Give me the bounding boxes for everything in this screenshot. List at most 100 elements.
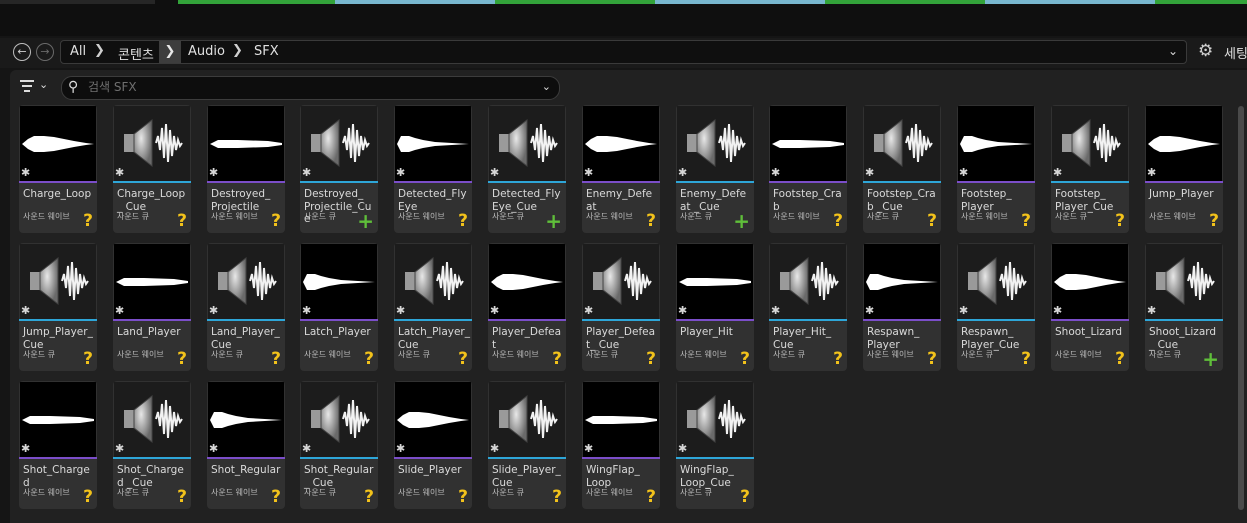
waveform-thumbnail [958,106,1034,181]
chevron-down-icon[interactable]: ⌄ [542,80,551,93]
settings-button[interactable]: 세팅 [1224,43,1247,62]
asset-type-label: 사운드 웨이브 [773,212,820,221]
forward-arrow-icon[interactable]: → [36,43,54,61]
breadcrumb-item-content[interactable]: 콘텐츠 [118,44,154,63]
breadcrumb-item-audio[interactable]: Audio [188,44,225,59]
asset-type-color-bar [863,319,941,321]
sound-wave-tile[interactable]: ✱ Slide_Player 사운드 웨이브? [394,381,472,509]
asset-name: Shoot_Lizard [1055,326,1123,338]
sound-cue-tile[interactable]: ✱ Land_Player_ Cue 사운드 큐? [207,243,285,371]
sound-wave-tile[interactable]: ✱ Latch_Player 사운드 웨이브? [300,243,378,371]
asset-type-color-bar [1051,181,1129,183]
asset-name: Player_Hit_ Cue [773,326,832,351]
asset-type-color-bar [1145,319,1223,321]
asset-name: Latch_Player_ Cue [398,326,471,351]
sound-wave-tile[interactable]: ✱ Player_Hit 사운드 웨이브? [676,243,754,371]
asset-name: Land_Player_ Cue [211,326,280,351]
asset-name: Footstep_ Player [961,188,1012,213]
sound-cue-tile[interactable]: ✱ Detected_Fly Eye_Cue 사운드 큐 + [488,105,566,233]
sound-cue-tile[interactable]: ✱ Player_Hit_ Cue 사운드 큐? [769,243,847,371]
asset-status-icon: ✱ [209,166,219,179]
asset-type-color-bar [957,319,1035,321]
asset-type-color-bar [488,181,566,183]
asset-type-color-bar [207,457,285,459]
filter-button[interactable]: ⌄ [18,78,52,96]
sound-cue-tile[interactable]: ✱ Charge_Loop_ Cue 사운드 큐? [113,105,191,233]
sound-cue-tile[interactable]: ✱ Enemy_Defeat _Cue 사운드 큐 + [676,105,754,233]
sound-cue-tile[interactable]: ✱ Shot_Charged _Cue 사운드 큐? [113,381,191,509]
asset-type-label: 사운드 큐 [1149,350,1181,359]
breadcrumb-separator-icon[interactable]: ❯ [94,43,105,58]
asset-name: Jump_Player_ Cue [23,326,93,351]
question-badge-icon: ? [646,349,656,369]
sound-wave-tile[interactable]: ✱ Charge_Loop 사운드 웨이브? [19,105,97,233]
asset-name: Respawn_ Player [867,326,920,351]
sound-wave-tile[interactable]: ✱ Destroyed_ Projectile 사운드 웨이브? [207,105,285,233]
asset-type-label: 사운드 큐 [586,350,618,359]
asset-type-color-bar [207,181,285,183]
scrollbar[interactable] [1238,106,1244,510]
asset-name: Jump_Player [1149,188,1214,200]
asset-name: Shot_Charged [23,464,90,489]
asset-status-icon: ✱ [959,166,969,179]
sound-wave-tile[interactable]: ✱ Shot_Regular 사운드 웨이브? [207,381,285,509]
asset-name: Slide_Player [398,464,462,476]
sound-cue-tile[interactable]: ✱ Shoot_Lizard_ Cue 사운드 큐 + [1145,243,1223,371]
search-box[interactable]: ⚲ ⌄ [61,76,560,100]
sound-wave-tile[interactable]: ✱ Player_Defeat 사운드 웨이브? [488,243,566,371]
gear-icon[interactable]: ⚙ [1198,41,1213,61]
sound-cue-tile[interactable]: ✱ Player_Defeat_ Cue 사운드 큐? [582,243,660,371]
sound-wave-tile[interactable]: ✱ Respawn_ Player 사운드 웨이브? [863,243,941,371]
sound-wave-tile[interactable]: ✱ Enemy_Defeat 사운드 웨이브? [582,105,660,233]
sound-cue-tile[interactable]: ✱ Footstep_Crab _Cue 사운드 큐? [863,105,941,233]
waveform-thumbnail [1146,106,1222,181]
sound-wave-tile[interactable]: ✱ Shoot_Lizard 사운드 웨이브? [1051,243,1129,371]
back-arrow-icon[interactable]: ← [13,43,31,61]
sound-wave-tile[interactable]: ✱ WingFlap_ Loop 사운드 웨이브? [582,381,660,509]
asset-status-icon: ✱ [771,166,781,179]
waveform-thumbnail [395,106,471,181]
question-badge-icon: ? [552,487,562,507]
asset-type-label: 사운드 웨이브 [398,212,445,221]
chevron-down-icon[interactable]: ⌄ [1168,44,1178,58]
asset-type-color-bar [19,319,97,321]
asset-status-icon: ✱ [1053,304,1063,317]
sound-wave-tile[interactable]: ✱ Shot_Charged 사운드 웨이브? [19,381,97,509]
sound-wave-tile[interactable]: ✱ Detected_Fly Eye 사운드 웨이브? [394,105,472,233]
asset-status-icon: ✱ [302,166,312,179]
question-badge-icon: ? [833,349,843,369]
sound-cue-tile[interactable]: ✱ WingFlap_ Loop_Cue 사운드 큐? [676,381,754,509]
asset-type-label: 사운드 웨이브 [304,350,351,359]
asset-type-color-bar [113,319,191,321]
sound-cue-tile[interactable]: ✱ Latch_Player_ Cue 사운드 큐? [394,243,472,371]
sound-wave-tile[interactable]: ✱ Footstep_ Player 사운드 웨이브? [957,105,1035,233]
sound-wave-tile[interactable]: ✱ Land_Player 사운드 웨이브? [113,243,191,371]
question-badge-icon: ? [458,349,468,369]
asset-status-icon: ✱ [209,304,219,317]
asset-status-icon: ✱ [678,442,688,455]
asset-type-label: 사운드 웨이브 [586,212,633,221]
asset-type-label: 사운드 큐 [117,212,149,221]
sound-cue-tile[interactable]: ✱ Shot_Regular_ Cue 사운드 큐? [300,381,378,509]
plus-badge-icon: + [1202,347,1219,371]
asset-status-icon: ✱ [959,304,969,317]
asset-status-icon: ✱ [209,442,219,455]
asset-name: WingFlap_ Loop_Cue [680,464,734,489]
sound-cue-tile[interactable]: ✱ Destroyed_ Projectile_Cue 사운드 큐 + [300,105,378,233]
asset-status-icon: ✱ [490,166,500,179]
breadcrumb-item-sfx[interactable]: SFX [254,44,279,59]
asset-type-label: 사운드 웨이브 [961,212,1008,221]
sound-cue-tile[interactable]: ✱ Slide_Player_ Cue 사운드 큐? [488,381,566,509]
breadcrumb-separator-icon[interactable]: ❯ [232,43,243,58]
search-input[interactable] [88,79,528,95]
sound-wave-tile[interactable]: ✱ Jump_Player 사운드 웨이브? [1145,105,1223,233]
asset-type-label: 사운드 웨이브 [680,350,727,359]
sound-cue-tile[interactable]: ✱ Respawn_ Player_Cue 사운드 큐? [957,243,1035,371]
waveform-thumbnail [583,106,659,181]
breadcrumb-item-all[interactable]: All [70,44,86,59]
breadcrumb-separator-icon[interactable]: ❯ [159,41,181,63]
sound-cue-tile[interactable]: ✱ Footstep_ Player_Cue 사운드 큐? [1051,105,1129,233]
sound-wave-tile[interactable]: ✱ Footstep_Crab 사운드 웨이브? [769,105,847,233]
question-badge-icon: ? [83,349,93,369]
sound-cue-tile[interactable]: ✱ Jump_Player_ Cue 사운드 큐? [19,243,97,371]
